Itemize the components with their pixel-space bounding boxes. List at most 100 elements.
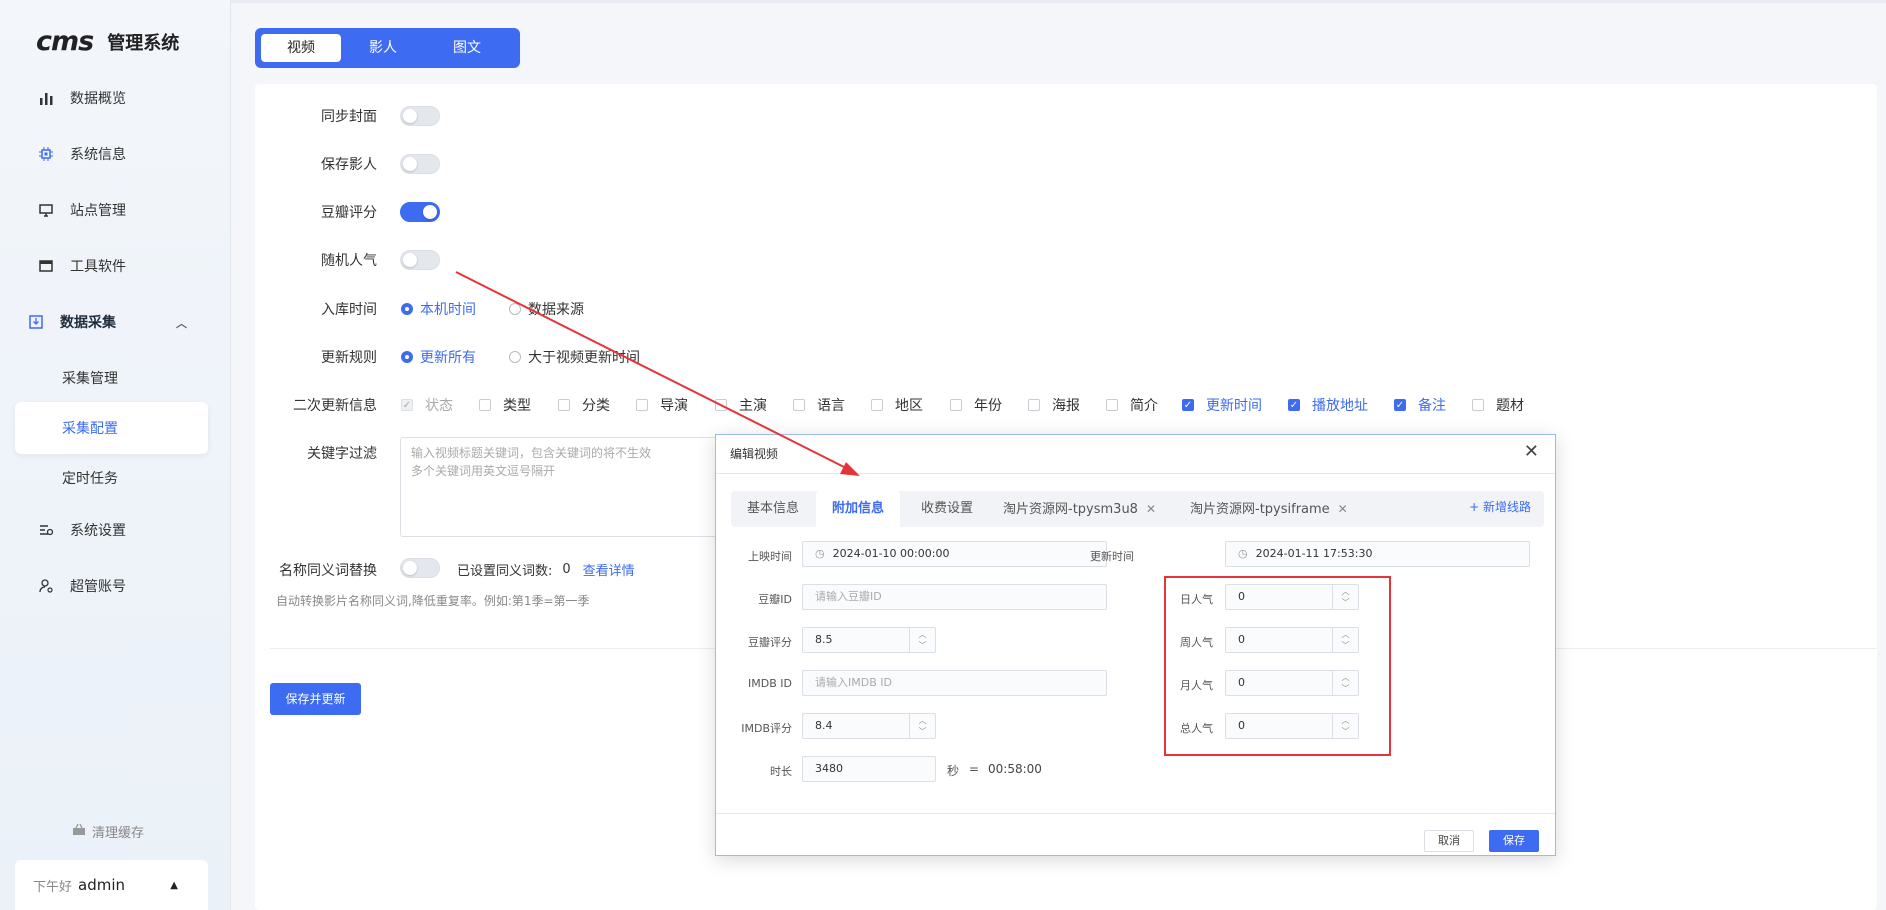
checkbox-region[interactable]: 地区 xyxy=(871,395,923,415)
update-rule-label: 更新规则 xyxy=(321,350,377,366)
synonym-toggle[interactable] xyxy=(400,558,440,578)
checkbox-status[interactable]: ✓ 状态 xyxy=(401,395,453,415)
checkbox-label: 年份 xyxy=(974,398,1002,414)
sidebar-item-label: 数据采集 xyxy=(60,315,116,331)
close-tab-icon[interactable]: ✕ xyxy=(1338,502,1348,516)
tab-fee-settings[interactable]: 收费设置 xyxy=(905,491,989,527)
stepper-arrows-icon[interactable]: ︿ ﹀ xyxy=(909,714,935,738)
douban-score-label: 豆瓣评分 xyxy=(321,205,377,221)
close-tab-icon[interactable]: ✕ xyxy=(1146,502,1156,516)
storage-time-label: 入库时间 xyxy=(321,302,377,318)
user-gear-icon xyxy=(38,578,54,594)
release-time-value: 2024-01-10 00:00:00 xyxy=(832,547,950,560)
checkbox-label: 导演 xyxy=(660,398,688,414)
logo-text: 管理系统 xyxy=(107,32,180,54)
synonym-hint: 自动转换影片名称同义词,降低重复率。例如:第1季=第一季 xyxy=(276,594,590,608)
checkbox-label: 分类 xyxy=(582,398,610,414)
storage-time-source-radio[interactable]: 数据来源 xyxy=(509,299,584,319)
storage-time-local-radio[interactable]: 本机时间 xyxy=(401,299,476,319)
tab-video[interactable]: 视频 xyxy=(261,34,341,62)
check-icon: ✓ xyxy=(1182,399,1194,411)
checkbox-actor[interactable]: 主演 xyxy=(715,395,767,415)
update-newer-radio[interactable]: 大于视频更新时间 xyxy=(509,347,640,367)
keyword-filter-textarea[interactable]: 输入视频标题关键词，包含关键词的将不生效 多个关键词用英文逗号隔开 xyxy=(400,437,720,537)
sidebar-item-collect[interactable]: 数据采集 ︿ xyxy=(0,297,231,347)
checkbox-label: 简介 xyxy=(1130,398,1158,414)
radio-label: 本机时间 xyxy=(420,302,476,318)
sync-cover-label: 同步封面 xyxy=(321,109,377,125)
save-update-button[interactable]: 保存并更新 xyxy=(270,683,361,715)
checkbox-poster[interactable]: 海报 xyxy=(1028,395,1080,415)
close-icon[interactable]: ✕ xyxy=(1524,441,1539,462)
update-all-radio[interactable]: 更新所有 xyxy=(401,347,476,367)
clock-icon: ◷ xyxy=(1238,547,1248,560)
douban-score-toggle[interactable] xyxy=(400,202,440,222)
duration-input[interactable]: 3480 xyxy=(802,756,936,782)
radio-label: 大于视频更新时间 xyxy=(528,350,640,366)
sidebar-item-tools[interactable]: 工具软件 xyxy=(0,241,231,291)
tab-source-iframe[interactable]: 淘片资源网-tpysiframe ✕ xyxy=(1174,491,1364,527)
radio-label: 数据来源 xyxy=(528,302,584,318)
checkbox-intro[interactable]: 简介 xyxy=(1106,395,1158,415)
checkbox-year[interactable]: 年份 xyxy=(950,395,1002,415)
user-menu[interactable]: 下午好 admin ▲ xyxy=(15,860,208,910)
checkbox-theme[interactable]: 题材 xyxy=(1472,395,1524,415)
sidebar-item-sites[interactable]: 站点管理 xyxy=(0,185,231,235)
douban-score-field-label: 豆瓣评分 xyxy=(748,636,792,649)
update-time-input[interactable]: ◷ 2024-01-11 17:53:30 xyxy=(1225,541,1530,567)
checkbox-label: 主演 xyxy=(739,398,767,414)
random-pop-toggle[interactable] xyxy=(400,250,440,270)
save-button[interactable]: 保存 xyxy=(1489,830,1539,852)
sidebar-item-sysinfo[interactable]: 系统信息 xyxy=(0,129,231,179)
imdb-score-input[interactable]: 8.4 ︿ ﹀ xyxy=(802,713,936,739)
checkbox-language[interactable]: 语言 xyxy=(793,395,845,415)
synonym-set-label: 已设置同义词数: xyxy=(457,564,553,579)
clear-cache-button[interactable]: 清理缓存 xyxy=(72,822,144,841)
imdb-id-input[interactable]: 请输入IMDB ID xyxy=(802,670,1107,696)
save-person-toggle[interactable] xyxy=(400,154,440,174)
tab-label: 淘片资源网-tpysm3u8 xyxy=(1003,502,1138,517)
checkbox-box xyxy=(1106,399,1118,411)
sidebar-item-label: 系统信息 xyxy=(70,147,126,163)
douban-score-value: 8.5 xyxy=(815,633,833,646)
duration-label: 时长 xyxy=(770,765,792,778)
tab-source-m3u8[interactable]: 淘片资源网-tpysm3u8 ✕ xyxy=(987,491,1172,527)
checkbox-label: 备注 xyxy=(1418,398,1446,414)
tab-label: 淘片资源网-tpysiframe xyxy=(1190,502,1330,517)
checkbox-director[interactable]: 导演 xyxy=(636,395,688,415)
monitor-icon xyxy=(38,202,54,218)
add-line-button[interactable]: + 新增线路 xyxy=(1469,498,1531,515)
highlight-box xyxy=(1164,576,1391,756)
sidebar-subitem-scheduled-tasks[interactable]: 定时任务 xyxy=(62,468,118,488)
release-time-input[interactable]: ◷ 2024-01-10 00:00:00 xyxy=(802,541,1107,567)
checkbox-type[interactable]: 类型 xyxy=(479,395,531,415)
tab-person[interactable]: 影人 xyxy=(341,34,425,62)
checkbox-label: 更新时间 xyxy=(1206,398,1262,414)
cancel-button[interactable]: 取消 xyxy=(1424,830,1474,852)
sidebar-item-overview[interactable]: 数据概览 xyxy=(0,73,231,123)
synonym-detail-link[interactable]: 查看详情 xyxy=(583,560,635,579)
douban-id-input[interactable]: 请输入豆瓣ID xyxy=(802,584,1107,610)
stepper-arrows-icon[interactable]: ︿ ﹀ xyxy=(909,628,935,652)
keyword-filter-label: 关键字过滤 xyxy=(307,446,377,462)
top-divider xyxy=(231,0,1886,3)
douban-score-input[interactable]: 8.5 ︿ ﹀ xyxy=(802,627,936,653)
sidebar-item-settings[interactable]: 系统设置 xyxy=(0,505,231,555)
sync-cover-toggle[interactable] xyxy=(400,106,440,126)
tab-article[interactable]: 图文 xyxy=(425,34,509,62)
sidebar-item-admin[interactable]: 超管账号 xyxy=(0,561,231,611)
checkbox-play-url[interactable]: ✓ 播放地址 xyxy=(1288,395,1368,415)
checkbox-remark[interactable]: ✓ 备注 xyxy=(1394,395,1446,415)
synonym-label: 名称同义词替换 xyxy=(279,563,377,579)
sidebar-subitem-collect-manage[interactable]: 采集管理 xyxy=(62,368,118,388)
sidebar-subitem-collect-config[interactable]: 采集配置 xyxy=(62,418,118,438)
tab-basic-info[interactable]: 基本信息 xyxy=(731,491,815,527)
checkbox-update-time[interactable]: ✓ 更新时间 xyxy=(1182,395,1262,415)
synonym-count: 0 xyxy=(562,562,571,577)
tab-extra-info[interactable]: 附加信息 xyxy=(816,491,901,527)
douban-id-label: 豆瓣ID xyxy=(758,593,792,606)
checkbox-category[interactable]: 分类 xyxy=(558,395,610,415)
radio-dot xyxy=(401,303,413,315)
download-box-icon xyxy=(28,314,44,330)
secondary-update-label: 二次更新信息 xyxy=(293,398,377,414)
